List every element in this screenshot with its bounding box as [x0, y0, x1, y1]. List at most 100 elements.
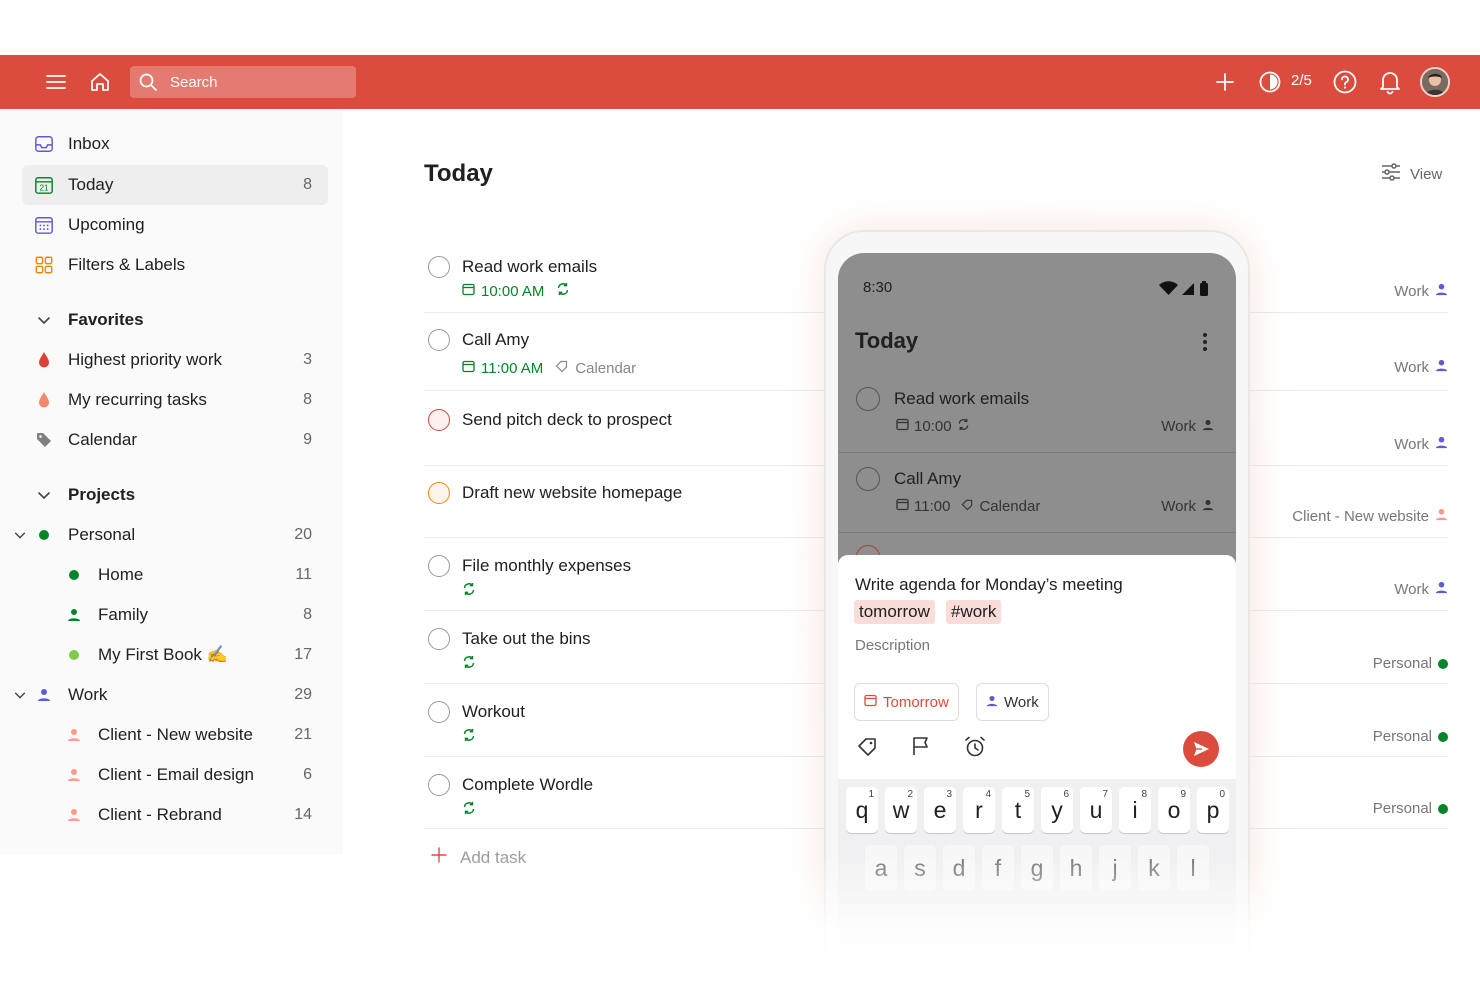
phone-task-row[interactable]: Call Amy 11:00 Calendar Work: [838, 453, 1236, 533]
key-r[interactable]: r4: [963, 787, 995, 833]
task-project: Personal: [1373, 800, 1448, 817]
send-button[interactable]: [1183, 731, 1219, 767]
chevron-down-icon[interactable]: [34, 310, 54, 330]
sidebar-item-filters-labels[interactable]: Filters & Labels: [22, 245, 328, 285]
avatar[interactable]: [1420, 67, 1450, 97]
sidebar-item-my-first-book[interactable]: My First Book ✍️ 17: [22, 635, 328, 675]
drop-icon: [34, 350, 54, 370]
more-vertical-icon[interactable]: [1200, 331, 1210, 358]
key-w[interactable]: w2: [885, 787, 917, 833]
sidebar-item-count: 29: [294, 686, 312, 703]
task-checkbox[interactable]: [428, 628, 450, 650]
alarm-icon[interactable]: [963, 735, 987, 764]
task-title: Read work emails: [462, 257, 598, 276]
plus-icon[interactable]: [1211, 68, 1239, 96]
task-title: Call Amy: [894, 469, 962, 488]
phone-task-row[interactable]: Read work emails 10:00 Work: [838, 373, 1236, 453]
help-icon[interactable]: [1331, 68, 1359, 96]
key-p[interactable]: p0: [1197, 787, 1229, 833]
person-icon: [986, 694, 998, 711]
due-date-button[interactable]: Tomorrow: [854, 683, 959, 721]
sidebar-item-family[interactable]: Family 8: [22, 595, 328, 635]
key-a[interactable]: a: [865, 845, 897, 891]
sidebar-item-my-recurring-tasks[interactable]: My recurring tasks 8: [22, 380, 328, 420]
key-i[interactable]: i8: [1119, 787, 1151, 833]
task-checkbox[interactable]: [428, 774, 450, 796]
task-checkbox[interactable]: [428, 482, 450, 504]
sidebar-item-inbox[interactable]: Inbox: [22, 124, 328, 164]
calendar-icon: [896, 498, 909, 515]
label-chip[interactable]: #work: [946, 600, 1002, 624]
flag-icon[interactable]: [910, 735, 932, 762]
key-j[interactable]: j: [1099, 845, 1131, 891]
date-chip[interactable]: tomorrow: [854, 600, 935, 624]
key-f[interactable]: f: [982, 845, 1014, 891]
key-l[interactable]: l: [1177, 845, 1209, 891]
chevron-down-icon[interactable]: [10, 685, 30, 705]
add-task-button[interactable]: Add task: [430, 846, 526, 869]
sidebar-item-upcoming[interactable]: Upcoming: [22, 205, 328, 245]
key-q[interactable]: q1: [846, 787, 878, 833]
task-project: Work: [1394, 436, 1448, 453]
person-icon: [1435, 436, 1448, 453]
key-e[interactable]: e3: [924, 787, 956, 833]
task-name-input[interactable]: Write agenda for Monday’s meeting: [855, 575, 1123, 595]
task-checkbox[interactable]: [428, 256, 450, 278]
sidebar-item-highest-priority-work[interactable]: Highest priority work 3: [22, 340, 328, 380]
sidebar-item-work[interactable]: Work 29: [14, 675, 328, 715]
sidebar-item-calendar[interactable]: Calendar 9: [22, 420, 328, 460]
bell-icon[interactable]: [1376, 68, 1404, 96]
task-title: Workout: [462, 702, 525, 721]
sidebar-item-count: 6: [303, 766, 312, 783]
task-checkbox[interactable]: [856, 467, 880, 491]
top-bar: Search 2/5: [0, 55, 1480, 109]
key-t[interactable]: t5: [1002, 787, 1034, 833]
karma-icon[interactable]: [1256, 68, 1284, 96]
key-k[interactable]: k: [1138, 845, 1170, 891]
send-icon: [1194, 742, 1209, 756]
sidebar-item-client-rebrand[interactable]: Client - Rebrand 14: [22, 795, 328, 835]
view-button[interactable]: View: [1380, 163, 1442, 185]
key-u[interactable]: u7: [1080, 787, 1112, 833]
status-icons: [1158, 280, 1214, 303]
home-icon[interactable]: [86, 68, 114, 96]
task-checkbox[interactable]: [856, 387, 880, 411]
task-checkbox[interactable]: [428, 409, 450, 431]
task-checkbox[interactable]: [428, 701, 450, 723]
key-o[interactable]: o9: [1158, 787, 1190, 833]
key-d[interactable]: d: [943, 845, 975, 891]
task-checkbox[interactable]: [428, 329, 450, 351]
search-input[interactable]: Search: [130, 66, 356, 98]
karma-progress[interactable]: 2/5: [1291, 72, 1312, 89]
key-h[interactable]: h: [1060, 845, 1092, 891]
sidebar-item-home[interactable]: Home 11: [22, 555, 328, 595]
sidebar-item-count: 17: [294, 646, 312, 663]
sidebar-item-client-new-website[interactable]: Client - New website 21: [22, 715, 328, 755]
task-due: 10:00 AM: [462, 282, 570, 300]
view-label: View: [1410, 165, 1443, 183]
favorites-header[interactable]: Favorites: [22, 300, 328, 340]
key-s[interactable]: s: [904, 845, 936, 891]
chevron-down-icon[interactable]: [10, 525, 30, 545]
menu-icon[interactable]: [42, 68, 70, 96]
key-g[interactable]: g: [1021, 845, 1053, 891]
sidebar-item-label: Work: [68, 685, 108, 704]
sidebar-item-today[interactable]: 21 Today 8: [22, 165, 328, 205]
projects-header[interactable]: Projects: [22, 475, 328, 515]
sidebar-item-client-email-design[interactable]: Client - Email design 6: [22, 755, 328, 795]
add-task-label: Add task: [460, 847, 527, 867]
description-input[interactable]: Description: [855, 637, 930, 654]
task-checkbox[interactable]: [428, 555, 450, 577]
sidebar-item-personal[interactable]: Personal 20: [14, 515, 328, 555]
key-y[interactable]: y6: [1041, 787, 1073, 833]
task-title: Call Amy: [462, 330, 530, 349]
task-project: Personal: [1373, 728, 1448, 745]
sidebar-item-count: 3: [303, 351, 312, 368]
sidebar-item-label: Calendar: [68, 430, 137, 449]
sidebar-item-count: 8: [303, 176, 312, 193]
project-button[interactable]: Work: [976, 683, 1049, 721]
chevron-down-icon[interactable]: [34, 485, 54, 505]
sidebar-item-label: Highest priority work: [68, 350, 222, 369]
label-icon[interactable]: [857, 735, 879, 762]
sidebar-item-label: My recurring tasks: [68, 390, 207, 409]
